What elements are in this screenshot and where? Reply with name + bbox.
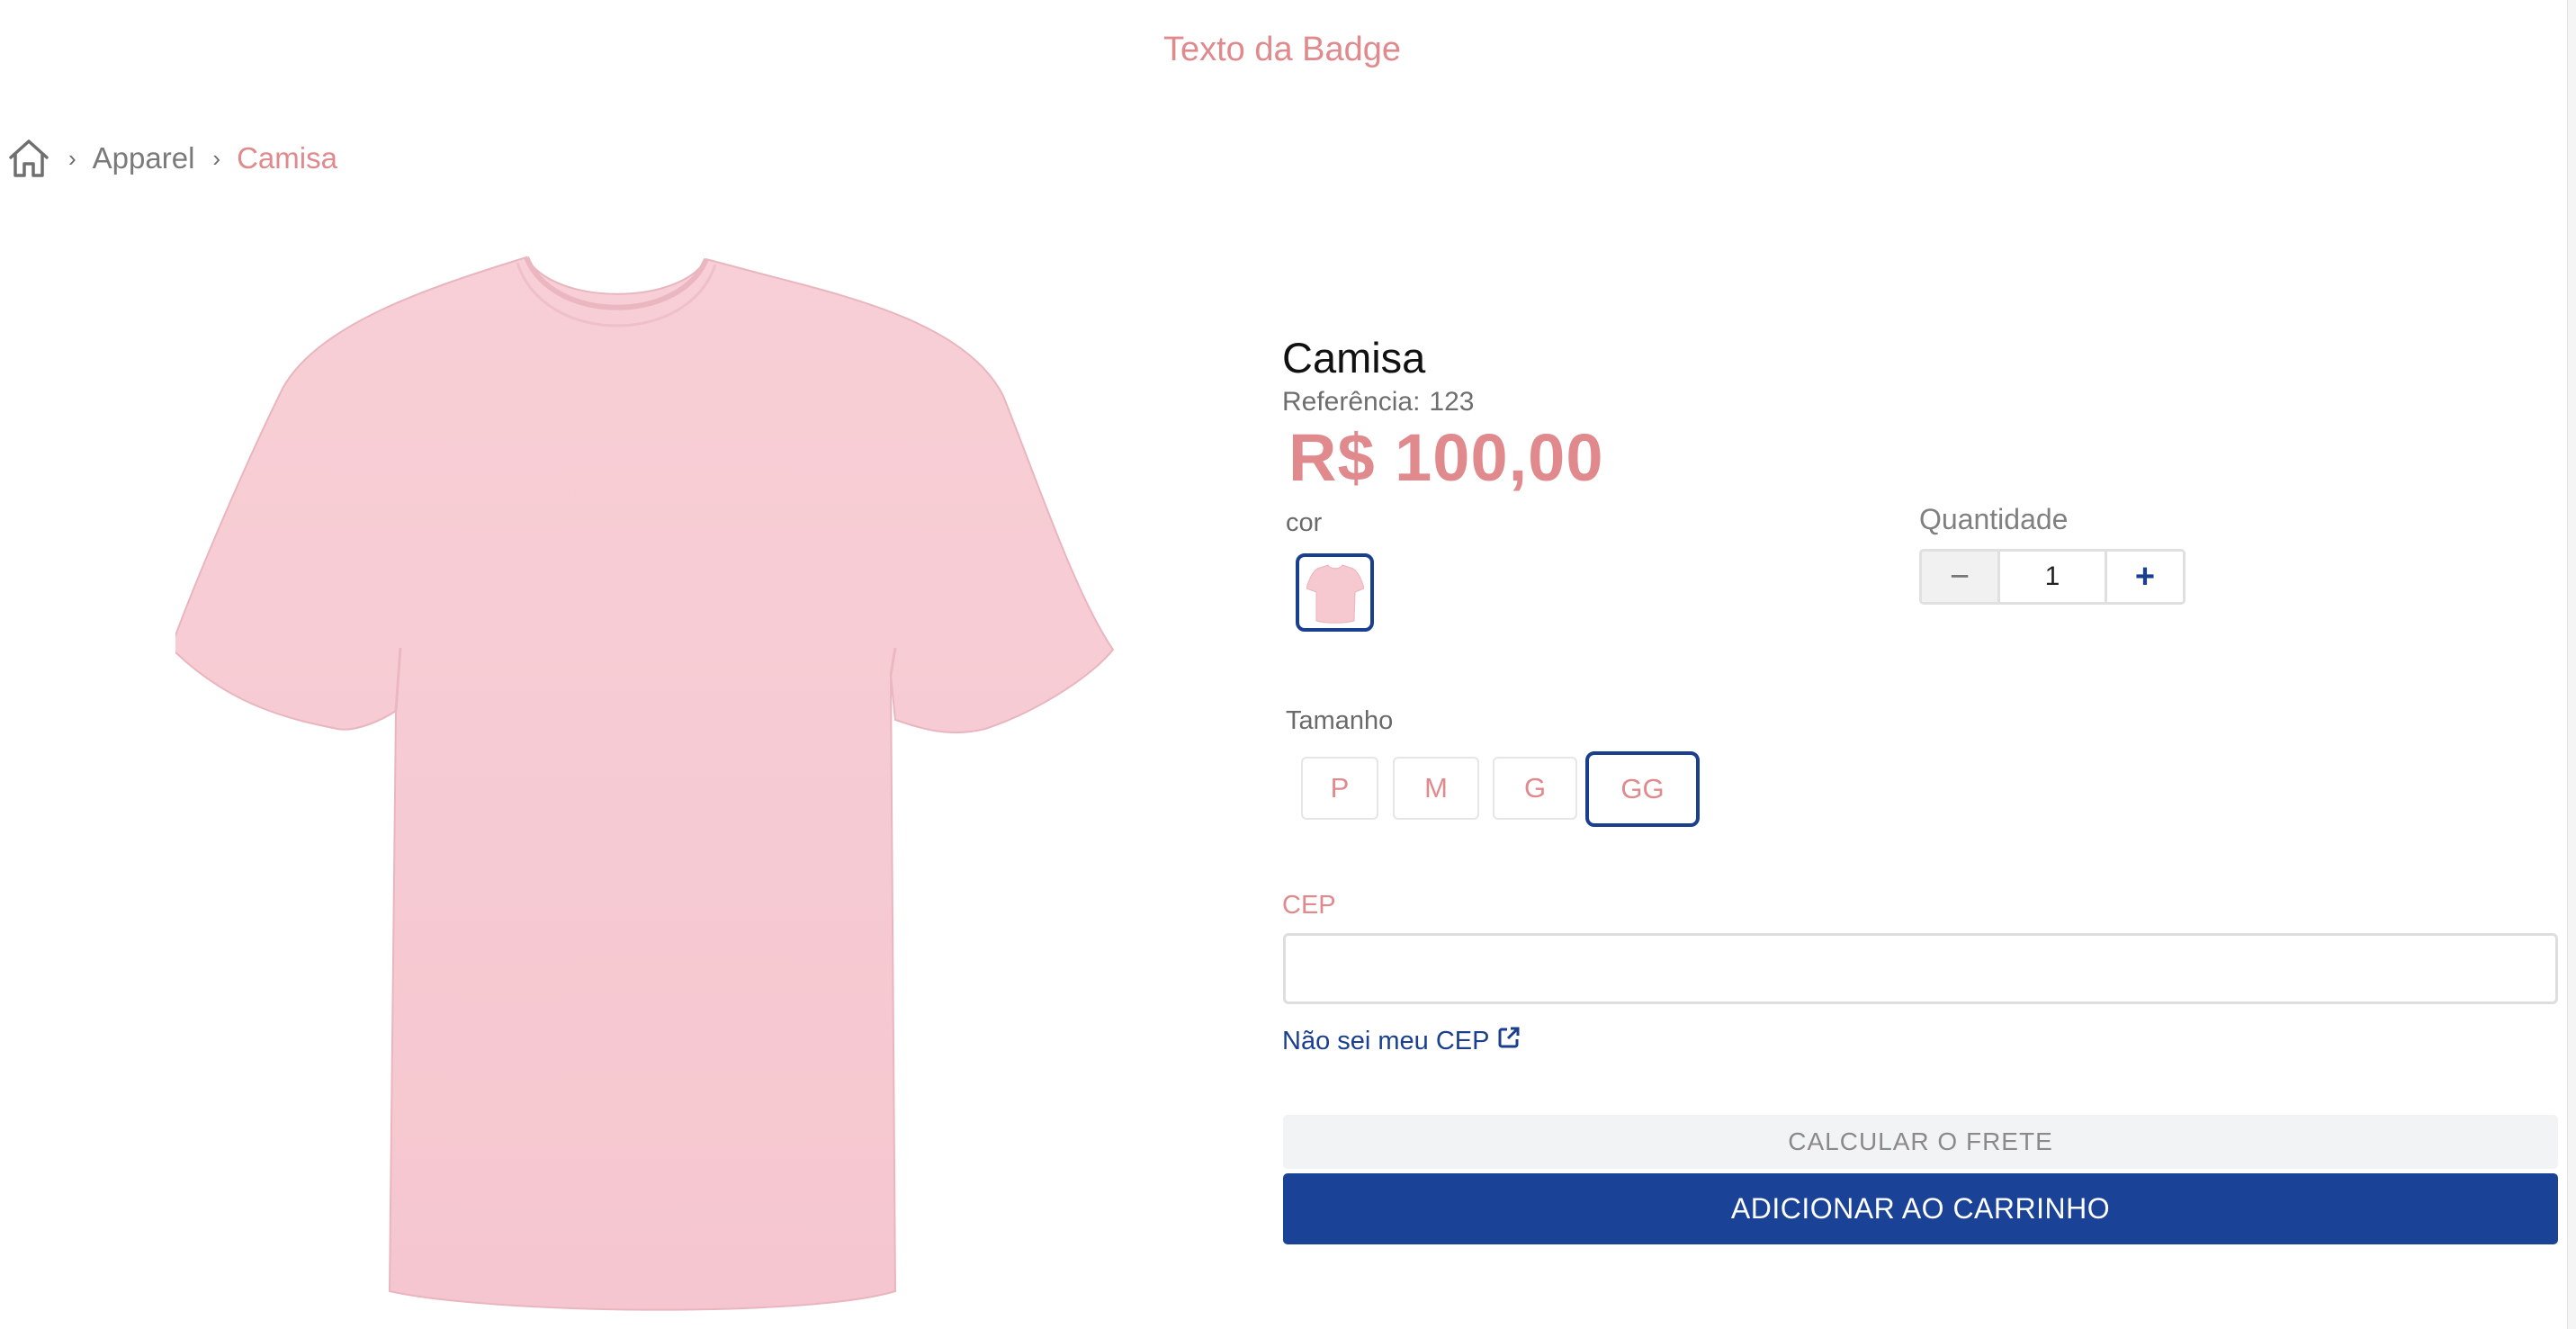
product-price: R$ 100,00 (1288, 420, 1604, 495)
quantity-value[interactable]: 1 (2000, 552, 2105, 602)
size-option-p[interactable]: P (1301, 757, 1378, 820)
scrollbar[interactable] (2567, 0, 2576, 1329)
promo-badge-text: Texto da Badge (1162, 31, 1402, 68)
breadcrumb-item-camisa: Camisa (237, 141, 337, 175)
size-option-g[interactable]: G (1493, 757, 1577, 820)
reference-label: Referência: (1282, 387, 1421, 417)
home-icon[interactable] (7, 137, 50, 180)
breadcrumb-item-apparel[interactable]: Apparel (93, 141, 195, 175)
product-title: Camisa (1282, 334, 1426, 382)
color-label: cor (1286, 508, 1323, 537)
color-swatch-pink[interactable] (1296, 553, 1374, 632)
chevron-right-icon: › (68, 144, 76, 172)
product-image (169, 252, 1120, 1323)
calculate-shipping-button[interactable]: CALCULAR O FRETE (1283, 1115, 2558, 1169)
quantity-stepper: − 1 + (1919, 549, 2186, 605)
cep-label: CEP (1282, 891, 1336, 920)
chevron-right-icon: › (212, 144, 221, 172)
cep-input[interactable] (1283, 933, 2558, 1004)
quantity-decrease-button[interactable]: − (1922, 552, 2000, 602)
size-option-m[interactable]: M (1393, 757, 1479, 820)
quantity-label: Quantidade (1919, 503, 2069, 535)
add-to-cart-button[interactable]: ADICIONAR AO CARRINHO (1283, 1173, 2558, 1244)
product-reference: Referência: 123 (1282, 387, 1474, 418)
size-option-gg[interactable]: GG (1585, 751, 1700, 827)
unknown-cep-link-label: Não sei meu CEP (1282, 1026, 1490, 1055)
unknown-cep-link[interactable]: Não sei meu CEP (1282, 1026, 1521, 1056)
quantity-increase-button[interactable]: + (2105, 552, 2183, 602)
reference-value: 123 (1429, 387, 1475, 417)
size-label: Tamanho (1286, 706, 1394, 735)
external-link-icon (1497, 1026, 1521, 1056)
breadcrumb: › Apparel › Camisa (7, 133, 337, 184)
